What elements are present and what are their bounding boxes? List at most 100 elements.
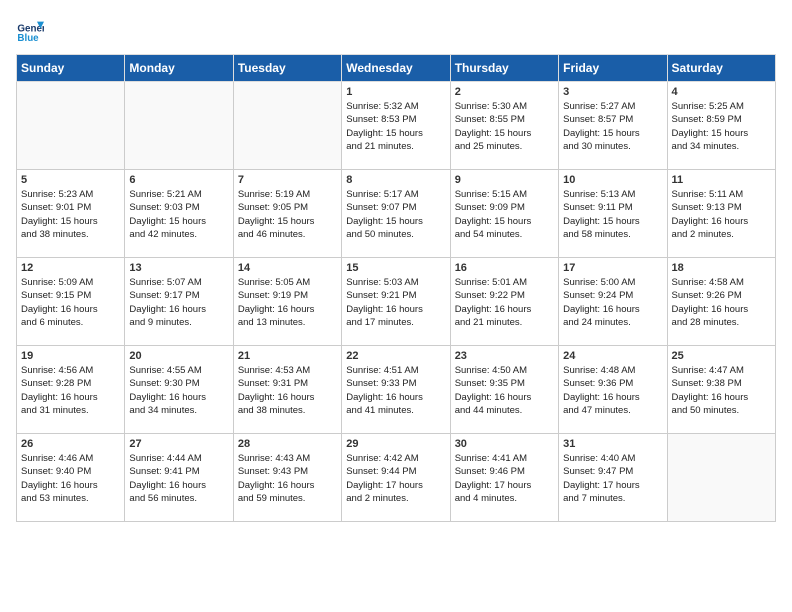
day-number: 9 bbox=[455, 174, 554, 186]
day-info: Sunrise: 4:58 AM Sunset: 9:26 PM Dayligh… bbox=[672, 276, 771, 329]
day-number: 8 bbox=[346, 174, 445, 186]
day-cell: 20 Sunrise: 4:55 AM Sunset: 9:30 PM Dayli… bbox=[125, 346, 233, 434]
day-cell: 22 Sunrise: 4:51 AM Sunset: 9:33 PM Dayli… bbox=[342, 346, 450, 434]
day-info: Sunrise: 5:27 AM Sunset: 8:57 PM Dayligh… bbox=[563, 100, 662, 153]
day-cell: 24Sunrise: 4:48 AM Sunset: 9:36 PM Dayli… bbox=[559, 346, 667, 434]
day-cell: 31 Sunrise: 4:40 AM Sunset: 9:47 PM Dayli… bbox=[559, 434, 667, 522]
day-info: Sunrise: 4:46 AM Sunset: 9:40 PM Dayligh… bbox=[21, 452, 120, 505]
day-number: 30 bbox=[455, 438, 554, 450]
logo-icon: General Blue bbox=[16, 16, 44, 44]
day-info: Sunrise: 5:15 AM Sunset: 9:09 PM Dayligh… bbox=[455, 188, 554, 241]
day-info: Sunrise: 4:48 AM Sunset: 9:36 PM Dayligh… bbox=[563, 364, 662, 417]
day-info: Sunrise: 4:44 AM Sunset: 9:41 PM Dayligh… bbox=[129, 452, 228, 505]
day-info: Sunrise: 5:03 AM Sunset: 9:21 PM Dayligh… bbox=[346, 276, 445, 329]
day-number: 6 bbox=[129, 174, 228, 186]
day-info: Sunrise: 4:42 AM Sunset: 9:44 PM Dayligh… bbox=[346, 452, 445, 505]
day-info: Sunrise: 4:43 AM Sunset: 9:43 PM Dayligh… bbox=[238, 452, 337, 505]
day-number: 22 bbox=[346, 350, 445, 362]
week-row-1: 1 Sunrise: 5:32 AM Sunset: 8:53 PM Daylig… bbox=[17, 82, 776, 170]
day-info: Sunrise: 4:55 AM Sunset: 9:30 PM Dayligh… bbox=[129, 364, 228, 417]
day-number: 3 bbox=[563, 86, 662, 98]
day-info: Sunrise: 4:47 AM Sunset: 9:38 PM Dayligh… bbox=[672, 364, 771, 417]
calendar-table: SundayMondayTuesdayWednesdayThursdayFrid… bbox=[16, 54, 776, 522]
col-header-saturday: Saturday bbox=[667, 55, 775, 82]
col-header-tuesday: Tuesday bbox=[233, 55, 341, 82]
day-cell: 1 Sunrise: 5:32 AM Sunset: 8:53 PM Daylig… bbox=[342, 82, 450, 170]
day-number: 16 bbox=[455, 262, 554, 274]
day-cell: 29Sunrise: 4:42 AM Sunset: 9:44 PM Dayli… bbox=[342, 434, 450, 522]
day-cell: 16 Sunrise: 5:01 AM Sunset: 9:22 PM Dayli… bbox=[450, 258, 558, 346]
day-cell bbox=[125, 82, 233, 170]
day-info: Sunrise: 5:25 AM Sunset: 8:59 PM Dayligh… bbox=[672, 100, 771, 153]
day-number: 25 bbox=[672, 350, 771, 362]
week-row-4: 19 Sunrise: 4:56 AM Sunset: 9:28 PM Dayli… bbox=[17, 346, 776, 434]
day-info: Sunrise: 4:50 AM Sunset: 9:35 PM Dayligh… bbox=[455, 364, 554, 417]
day-info: Sunrise: 4:53 AM Sunset: 9:31 PM Dayligh… bbox=[238, 364, 337, 417]
day-cell: 14 Sunrise: 5:05 AM Sunset: 9:19 PM Dayli… bbox=[233, 258, 341, 346]
day-cell: 21 Sunrise: 4:53 AM Sunset: 9:31 PM Dayli… bbox=[233, 346, 341, 434]
day-number: 26 bbox=[21, 438, 120, 450]
day-number: 28 bbox=[238, 438, 337, 450]
col-header-sunday: Sunday bbox=[17, 55, 125, 82]
day-number: 21 bbox=[238, 350, 337, 362]
day-number: 14 bbox=[238, 262, 337, 274]
col-header-friday: Friday bbox=[559, 55, 667, 82]
day-cell bbox=[233, 82, 341, 170]
day-cell: 25 Sunrise: 4:47 AM Sunset: 9:38 PM Dayli… bbox=[667, 346, 775, 434]
week-row-3: 12Sunrise: 5:09 AM Sunset: 9:15 PM Dayli… bbox=[17, 258, 776, 346]
day-number: 31 bbox=[563, 438, 662, 450]
day-cell: 13Sunrise: 5:07 AM Sunset: 9:17 PM Dayli… bbox=[125, 258, 233, 346]
day-info: Sunrise: 5:01 AM Sunset: 9:22 PM Dayligh… bbox=[455, 276, 554, 329]
day-cell: 9 Sunrise: 5:15 AM Sunset: 9:09 PM Daylig… bbox=[450, 170, 558, 258]
day-info: Sunrise: 5:07 AM Sunset: 9:17 PM Dayligh… bbox=[129, 276, 228, 329]
day-info: Sunrise: 4:56 AM Sunset: 9:28 PM Dayligh… bbox=[21, 364, 120, 417]
day-info: Sunrise: 4:40 AM Sunset: 9:47 PM Dayligh… bbox=[563, 452, 662, 505]
day-number: 7 bbox=[238, 174, 337, 186]
day-number: 2 bbox=[455, 86, 554, 98]
day-cell: 5 Sunrise: 5:23 AM Sunset: 9:01 PM Daylig… bbox=[17, 170, 125, 258]
day-cell: 19 Sunrise: 4:56 AM Sunset: 9:28 PM Dayli… bbox=[17, 346, 125, 434]
header-row: SundayMondayTuesdayWednesdayThursdayFrid… bbox=[17, 55, 776, 82]
page-header: General Blue bbox=[16, 16, 776, 44]
day-cell: 11 Sunrise: 5:11 AM Sunset: 9:13 PM Dayli… bbox=[667, 170, 775, 258]
day-cell: 28 Sunrise: 4:43 AM Sunset: 9:43 PM Dayli… bbox=[233, 434, 341, 522]
day-info: Sunrise: 5:05 AM Sunset: 9:19 PM Dayligh… bbox=[238, 276, 337, 329]
day-number: 17 bbox=[563, 262, 662, 274]
day-cell: 27 Sunrise: 4:44 AM Sunset: 9:41 PM Dayli… bbox=[125, 434, 233, 522]
day-info: Sunrise: 4:51 AM Sunset: 9:33 PM Dayligh… bbox=[346, 364, 445, 417]
day-info: Sunrise: 5:30 AM Sunset: 8:55 PM Dayligh… bbox=[455, 100, 554, 153]
day-cell bbox=[667, 434, 775, 522]
week-row-2: 5 Sunrise: 5:23 AM Sunset: 9:01 PM Daylig… bbox=[17, 170, 776, 258]
day-number: 18 bbox=[672, 262, 771, 274]
day-info: Sunrise: 5:19 AM Sunset: 9:05 PM Dayligh… bbox=[238, 188, 337, 241]
day-number: 10 bbox=[563, 174, 662, 186]
day-cell: 18 Sunrise: 4:58 AM Sunset: 9:26 PM Dayli… bbox=[667, 258, 775, 346]
day-info: Sunrise: 5:11 AM Sunset: 9:13 PM Dayligh… bbox=[672, 188, 771, 241]
day-cell: 15Sunrise: 5:03 AM Sunset: 9:21 PM Dayli… bbox=[342, 258, 450, 346]
day-cell: 3 Sunrise: 5:27 AM Sunset: 8:57 PM Daylig… bbox=[559, 82, 667, 170]
logo: General Blue bbox=[16, 16, 48, 44]
day-number: 11 bbox=[672, 174, 771, 186]
day-cell: 10 Sunrise: 5:13 AM Sunset: 9:11 PM Dayli… bbox=[559, 170, 667, 258]
day-cell: 2 Sunrise: 5:30 AM Sunset: 8:55 PM Daylig… bbox=[450, 82, 558, 170]
day-cell: 4 Sunrise: 5:25 AM Sunset: 8:59 PM Daylig… bbox=[667, 82, 775, 170]
day-number: 27 bbox=[129, 438, 228, 450]
col-header-monday: Monday bbox=[125, 55, 233, 82]
day-number: 20 bbox=[129, 350, 228, 362]
day-cell: 12Sunrise: 5:09 AM Sunset: 9:15 PM Dayli… bbox=[17, 258, 125, 346]
svg-text:Blue: Blue bbox=[17, 33, 39, 44]
day-info: Sunrise: 5:17 AM Sunset: 9:07 PM Dayligh… bbox=[346, 188, 445, 241]
day-number: 4 bbox=[672, 86, 771, 98]
col-header-wednesday: Wednesday bbox=[342, 55, 450, 82]
day-info: Sunrise: 5:09 AM Sunset: 9:15 PM Dayligh… bbox=[21, 276, 120, 329]
day-number: 19 bbox=[21, 350, 120, 362]
day-cell: 8 Sunrise: 5:17 AM Sunset: 9:07 PM Daylig… bbox=[342, 170, 450, 258]
day-info: Sunrise: 5:00 AM Sunset: 9:24 PM Dayligh… bbox=[563, 276, 662, 329]
day-number: 1 bbox=[346, 86, 445, 98]
day-info: Sunrise: 5:21 AM Sunset: 9:03 PM Dayligh… bbox=[129, 188, 228, 241]
day-info: Sunrise: 5:13 AM Sunset: 9:11 PM Dayligh… bbox=[563, 188, 662, 241]
day-info: Sunrise: 5:32 AM Sunset: 8:53 PM Dayligh… bbox=[346, 100, 445, 153]
day-number: 5 bbox=[21, 174, 120, 186]
day-info: Sunrise: 5:23 AM Sunset: 9:01 PM Dayligh… bbox=[21, 188, 120, 241]
day-cell: 30Sunrise: 4:41 AM Sunset: 9:46 PM Dayli… bbox=[450, 434, 558, 522]
